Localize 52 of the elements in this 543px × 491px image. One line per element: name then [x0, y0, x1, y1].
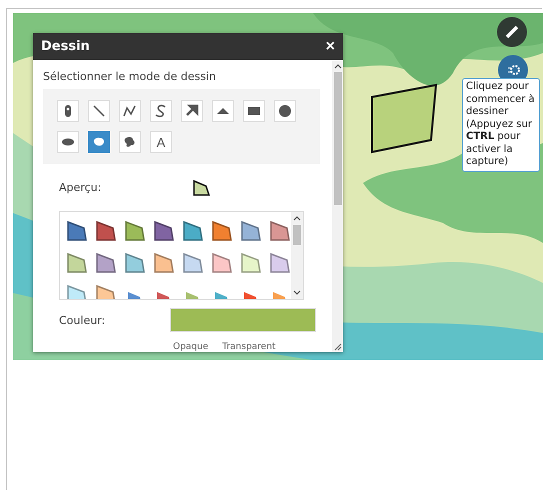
symbol-swatch[interactable] — [96, 285, 116, 299]
ruler-icon — [505, 25, 519, 39]
symbol-swatch[interactable] — [67, 285, 87, 299]
rectangle-icon — [247, 104, 261, 118]
circle-icon — [278, 104, 292, 118]
blob-icon — [123, 135, 137, 149]
zigzag-icon — [123, 104, 137, 118]
close-button[interactable]: × — [326, 38, 335, 54]
caret-down-icon — [293, 290, 301, 296]
symbol-swatch[interactable] — [244, 292, 257, 299]
mode-label: Sélectionner le mode de dessin — [43, 70, 217, 83]
gear-icon — [506, 64, 520, 76]
symbol-swatch[interactable] — [183, 221, 203, 241]
symbol-swatch[interactable] — [67, 221, 87, 241]
color-picker[interactable] — [170, 308, 316, 332]
dialog-title: Dessin — [41, 39, 90, 54]
opacity-label: Transparent — [222, 342, 276, 352]
symbol-swatch[interactable] — [212, 221, 232, 241]
line-icon — [92, 104, 106, 118]
opacity-label: Opaque — [173, 342, 208, 352]
tool-button[interactable]: A — [150, 131, 172, 153]
tool-button[interactable] — [88, 131, 110, 153]
scroll-thumb[interactable] — [293, 225, 301, 246]
caret-up-icon — [334, 63, 342, 69]
symbol-swatch[interactable] — [183, 253, 203, 273]
symbol-swatch[interactable] — [241, 253, 261, 273]
symbol-swatch[interactable] — [186, 292, 199, 299]
resize-icon[interactable] — [334, 343, 342, 351]
symbol-swatch[interactable] — [96, 253, 116, 273]
symbol-swatch[interactable] — [273, 292, 286, 299]
symbol-swatch[interactable] — [125, 221, 145, 241]
symbol-swatch[interactable] — [241, 221, 261, 241]
symbol-swatch[interactable] — [157, 292, 170, 299]
arrow-icon — [185, 104, 199, 118]
scrollbar[interactable] — [291, 212, 303, 299]
drawing-tooltip: Cliquez pour commencer à dessiner (Appuyez sur CTRL pour activer la capture) — [462, 78, 540, 172]
symbol-swatch[interactable] — [212, 253, 232, 273]
symbol-swatch[interactable] — [154, 221, 174, 241]
symbol-swatch[interactable] — [215, 292, 228, 299]
preview-label: Aperçu: — [59, 181, 102, 194]
symbol-swatch[interactable] — [96, 221, 116, 241]
symbol-swatch[interactable] — [125, 253, 145, 273]
caret-up-icon — [293, 215, 301, 222]
symbol-swatch[interactable] — [67, 253, 87, 273]
symbol-swatch[interactable] — [270, 221, 290, 241]
dialog-scrollbar[interactable] — [332, 60, 343, 352]
color-label: Couleur: — [59, 314, 106, 326]
symbol-swatch[interactable] — [128, 292, 141, 299]
scroll-thumb[interactable] — [334, 72, 342, 205]
symbol-swatch[interactable] — [154, 253, 174, 273]
symbol-swatch[interactable] — [270, 253, 290, 273]
squiggle-icon — [154, 104, 168, 118]
